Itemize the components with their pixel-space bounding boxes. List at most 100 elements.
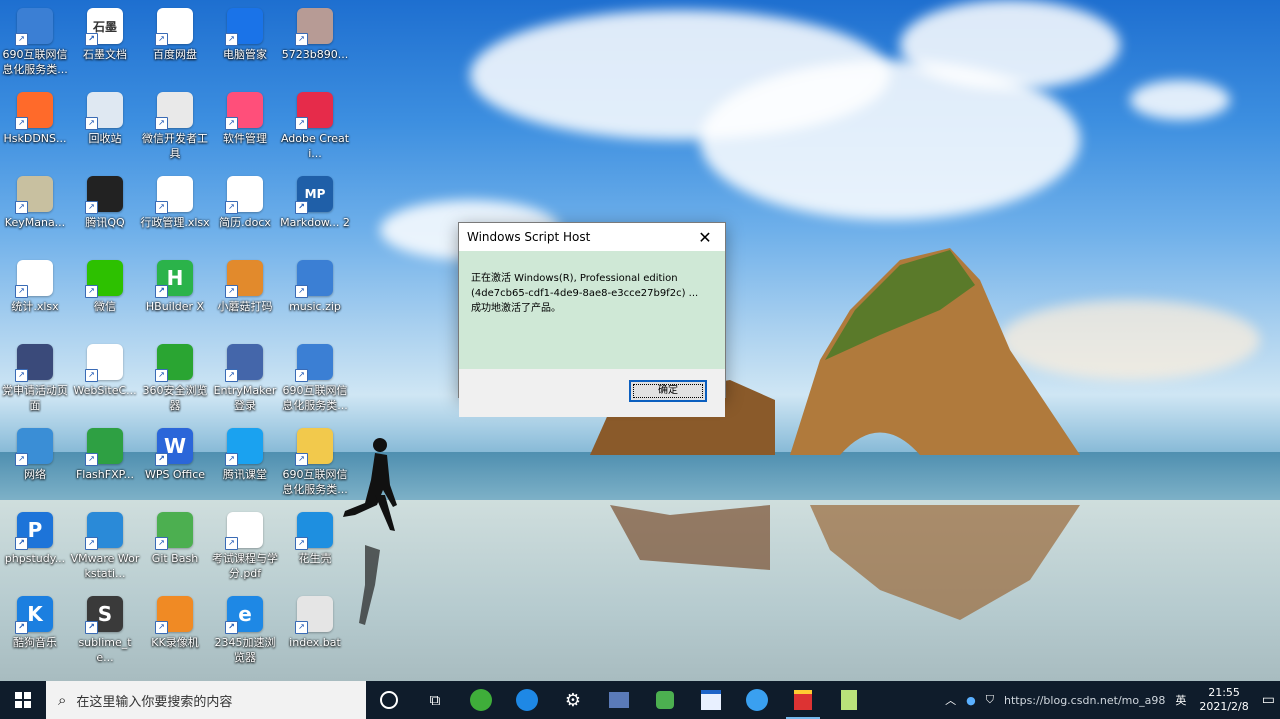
sublime-icon — [656, 691, 674, 709]
desktop-icon[interactable]: P ↗ phpstudy... — [0, 506, 70, 566]
kugou-icon: K ↗ — [15, 596, 53, 634]
shield-icon[interactable]: ⛉ — [986, 693, 994, 707]
ime-indicator[interactable]: 英 — [1175, 692, 1186, 708]
cortana-button[interactable] — [366, 681, 412, 719]
desktop-icon[interactable]: S ↗ sublime_te... — [70, 590, 140, 665]
desktop-icon[interactable]: ↗ 考试课程与学分.pdf — [210, 506, 280, 581]
taskbar-entrymaker[interactable] — [596, 681, 642, 719]
desktop-icon[interactable]: ↗ Adobe Creati... — [280, 86, 350, 161]
desktop-icon-label: HskDDNS... — [3, 132, 67, 145]
taskbar-settings[interactable]: ⚙ — [550, 681, 596, 719]
app-window-icon — [701, 690, 721, 710]
taskbar-ie[interactable] — [504, 681, 550, 719]
desktop-icon-label: sublime_te... — [78, 636, 132, 664]
task-view-icon: ⧉ — [429, 691, 441, 709]
desktop-icon[interactable]: e ↗ 2345加速浏览器 — [210, 590, 280, 665]
desktop-icon[interactable]: ↗ 690互联网信息化服务类... — [280, 422, 350, 497]
shortcut-arrow-icon: ↗ — [295, 285, 308, 298]
script-host-icon — [794, 690, 812, 710]
desktop-icon-label: 党申请活动页面 — [2, 384, 68, 412]
desktop-icon[interactable]: ↗ 统计.xlsx — [0, 254, 70, 314]
desktop-icon[interactable]: ↗ 腾讯QQ — [70, 170, 140, 230]
shortcut-arrow-icon: ↗ — [85, 537, 98, 550]
desktop-icon[interactable]: ↗ 行政管理.xlsx — [140, 170, 210, 230]
desktop-icon-label: Adobe Creati... — [280, 132, 350, 160]
shortcut-arrow-icon: ↗ — [225, 285, 238, 298]
desktop-icon[interactable]: ↗ 5723b890... — [280, 2, 350, 62]
desktop-icon[interactable]: ↗ 花生壳 — [280, 506, 350, 566]
folder-book-icon: ↗ — [15, 344, 53, 382]
close-icon[interactable]: ✕ — [693, 228, 717, 247]
desktop-icon[interactable]: ↗ FlashFXP... — [70, 422, 140, 482]
desktop-icon[interactable]: ↗ music.zip — [280, 254, 350, 314]
desktop-icon-label: music.zip — [289, 300, 341, 313]
taskbar-ie2[interactable] — [734, 681, 780, 719]
desktop-icon[interactable]: K ↗ 酷狗音乐 — [0, 590, 70, 650]
desktop-icon[interactable]: ↗ 微信开发者工具 — [140, 86, 210, 161]
message-line-1: 正在激活 Windows(R), Professional edition — [471, 273, 678, 284]
desktop-icon[interactable]: ↗ 百度网盘 — [140, 2, 210, 62]
desktop-icon[interactable]: ↗ 腾讯课堂 — [210, 422, 280, 482]
shortcut-arrow-icon: ↗ — [155, 33, 168, 46]
tray-ie-icon[interactable]: ● — [966, 694, 976, 707]
desktop-icon[interactable]: ↗ 党申请活动页面 — [0, 338, 70, 413]
desktop-icon[interactable]: ↗ 电脑管家 — [210, 2, 280, 62]
adobe-cc-icon: ↗ — [295, 92, 333, 130]
desktop-icon-label: 回收站 — [88, 132, 122, 145]
desktop-icon[interactable]: ↗ HskDDNS... — [0, 86, 70, 146]
shortcut-arrow-icon: ↗ — [15, 33, 28, 46]
desktop-icon-label: 腾讯QQ — [85, 216, 125, 229]
desktop-icon-label: VMware Workstati... — [70, 552, 140, 580]
desktop-icon[interactable]: ↗ 小蘑菇打码 — [210, 254, 280, 314]
desktop-icon[interactable]: ↗ 网络 — [0, 422, 70, 482]
desktop-icon[interactable]: ↗ 690互联网信息化服务类... — [0, 2, 70, 77]
cloud — [900, 0, 1120, 90]
taskbar-sublime[interactable] — [642, 681, 688, 719]
desktop-icon[interactable]: ↗ 回收站 — [70, 86, 140, 146]
desktop-icon[interactable]: ↗ index.bat — [280, 590, 350, 650]
taskbar: ⌕ 在这里输入你要搜索的内容 ⧉ ⚙ ︿ ● ⛉ https://blog.cs… — [0, 681, 1280, 719]
desktop-icon[interactable]: ↗ KeyMana... — [0, 170, 70, 230]
desktop-icon[interactable]: ↗ VMware Workstati... — [70, 506, 140, 581]
start-button[interactable] — [0, 681, 46, 719]
desktop-icon-label: phpstudy... — [4, 552, 66, 565]
taskbar-notepad[interactable] — [826, 681, 872, 719]
360-browser-icon — [470, 689, 492, 711]
shortcut-arrow-icon: ↗ — [155, 621, 168, 634]
clock-date: 2021/2/8 — [1199, 700, 1249, 713]
desktop-icon-label: KK录像机 — [151, 636, 199, 649]
taskbar-app[interactable] — [688, 681, 734, 719]
desktop-icon[interactable]: ↗ WebSiteC... — [70, 338, 140, 398]
taskbar-360-browser[interactable] — [458, 681, 504, 719]
ok-button[interactable]: 确定 — [629, 380, 707, 402]
desktop-icon[interactable]: ↗ Git Bash — [140, 506, 210, 566]
desktop-icon[interactable]: ↗ 微信 — [70, 254, 140, 314]
taskbar-search-box[interactable]: ⌕ 在这里输入你要搜索的内容 — [46, 681, 366, 719]
desktop-icon[interactable]: ↗ EntryMaker登录 — [210, 338, 280, 413]
desktop[interactable]: ↗ 690互联网信息化服务类... 石墨 ↗ 石墨文档 ↗ 百度网盘 ↗ 电脑管家 ↗ 5723b8… — [0, 0, 1280, 681]
desktop-icon-label: 网络 — [24, 468, 46, 481]
clock[interactable]: 21:55 2021/2/8 — [1199, 686, 1248, 714]
dialog-titlebar[interactable]: Windows Script Host ✕ — [459, 223, 725, 251]
shortcut-arrow-icon: ↗ — [295, 453, 308, 466]
taskbar-script-host[interactable] — [780, 681, 826, 719]
desktop-icon[interactable]: ↗ 软件管理 — [210, 86, 280, 146]
desktop-icon[interactable]: MP ↗ Markdow... 2 — [280, 170, 350, 230]
task-view-button[interactable]: ⧉ — [412, 681, 458, 719]
vmware-icon: ↗ — [85, 512, 123, 550]
entrymaker-icon — [609, 692, 629, 708]
desktop-icon[interactable]: ↗ 简历.docx — [210, 170, 280, 230]
desktop-icon[interactable]: 石墨 ↗ 石墨文档 — [70, 2, 140, 62]
desktop-icon[interactable]: W ↗ WPS Office — [140, 422, 210, 482]
desktop-icon[interactable]: ↗ 360安全浏览器 — [140, 338, 210, 413]
desktop-icon[interactable]: ↗ 690互联网信息化服务类... — [280, 338, 350, 413]
chevron-up-icon[interactable]: ︿ — [945, 692, 956, 708]
desktop-icon[interactable]: H ↗ HBuilder X — [140, 254, 210, 314]
mushroom-icon: ↗ — [225, 260, 263, 298]
notification-icon[interactable]: ▭ — [1262, 692, 1275, 708]
flashfxp-icon: ↗ — [85, 428, 123, 466]
desktop-icon-label: 微信 — [94, 300, 116, 313]
shortcut-arrow-icon: ↗ — [295, 537, 308, 550]
desktop-icon-label: 2345加速浏览器 — [214, 636, 276, 664]
desktop-icon[interactable]: ↗ KK录像机 — [140, 590, 210, 650]
